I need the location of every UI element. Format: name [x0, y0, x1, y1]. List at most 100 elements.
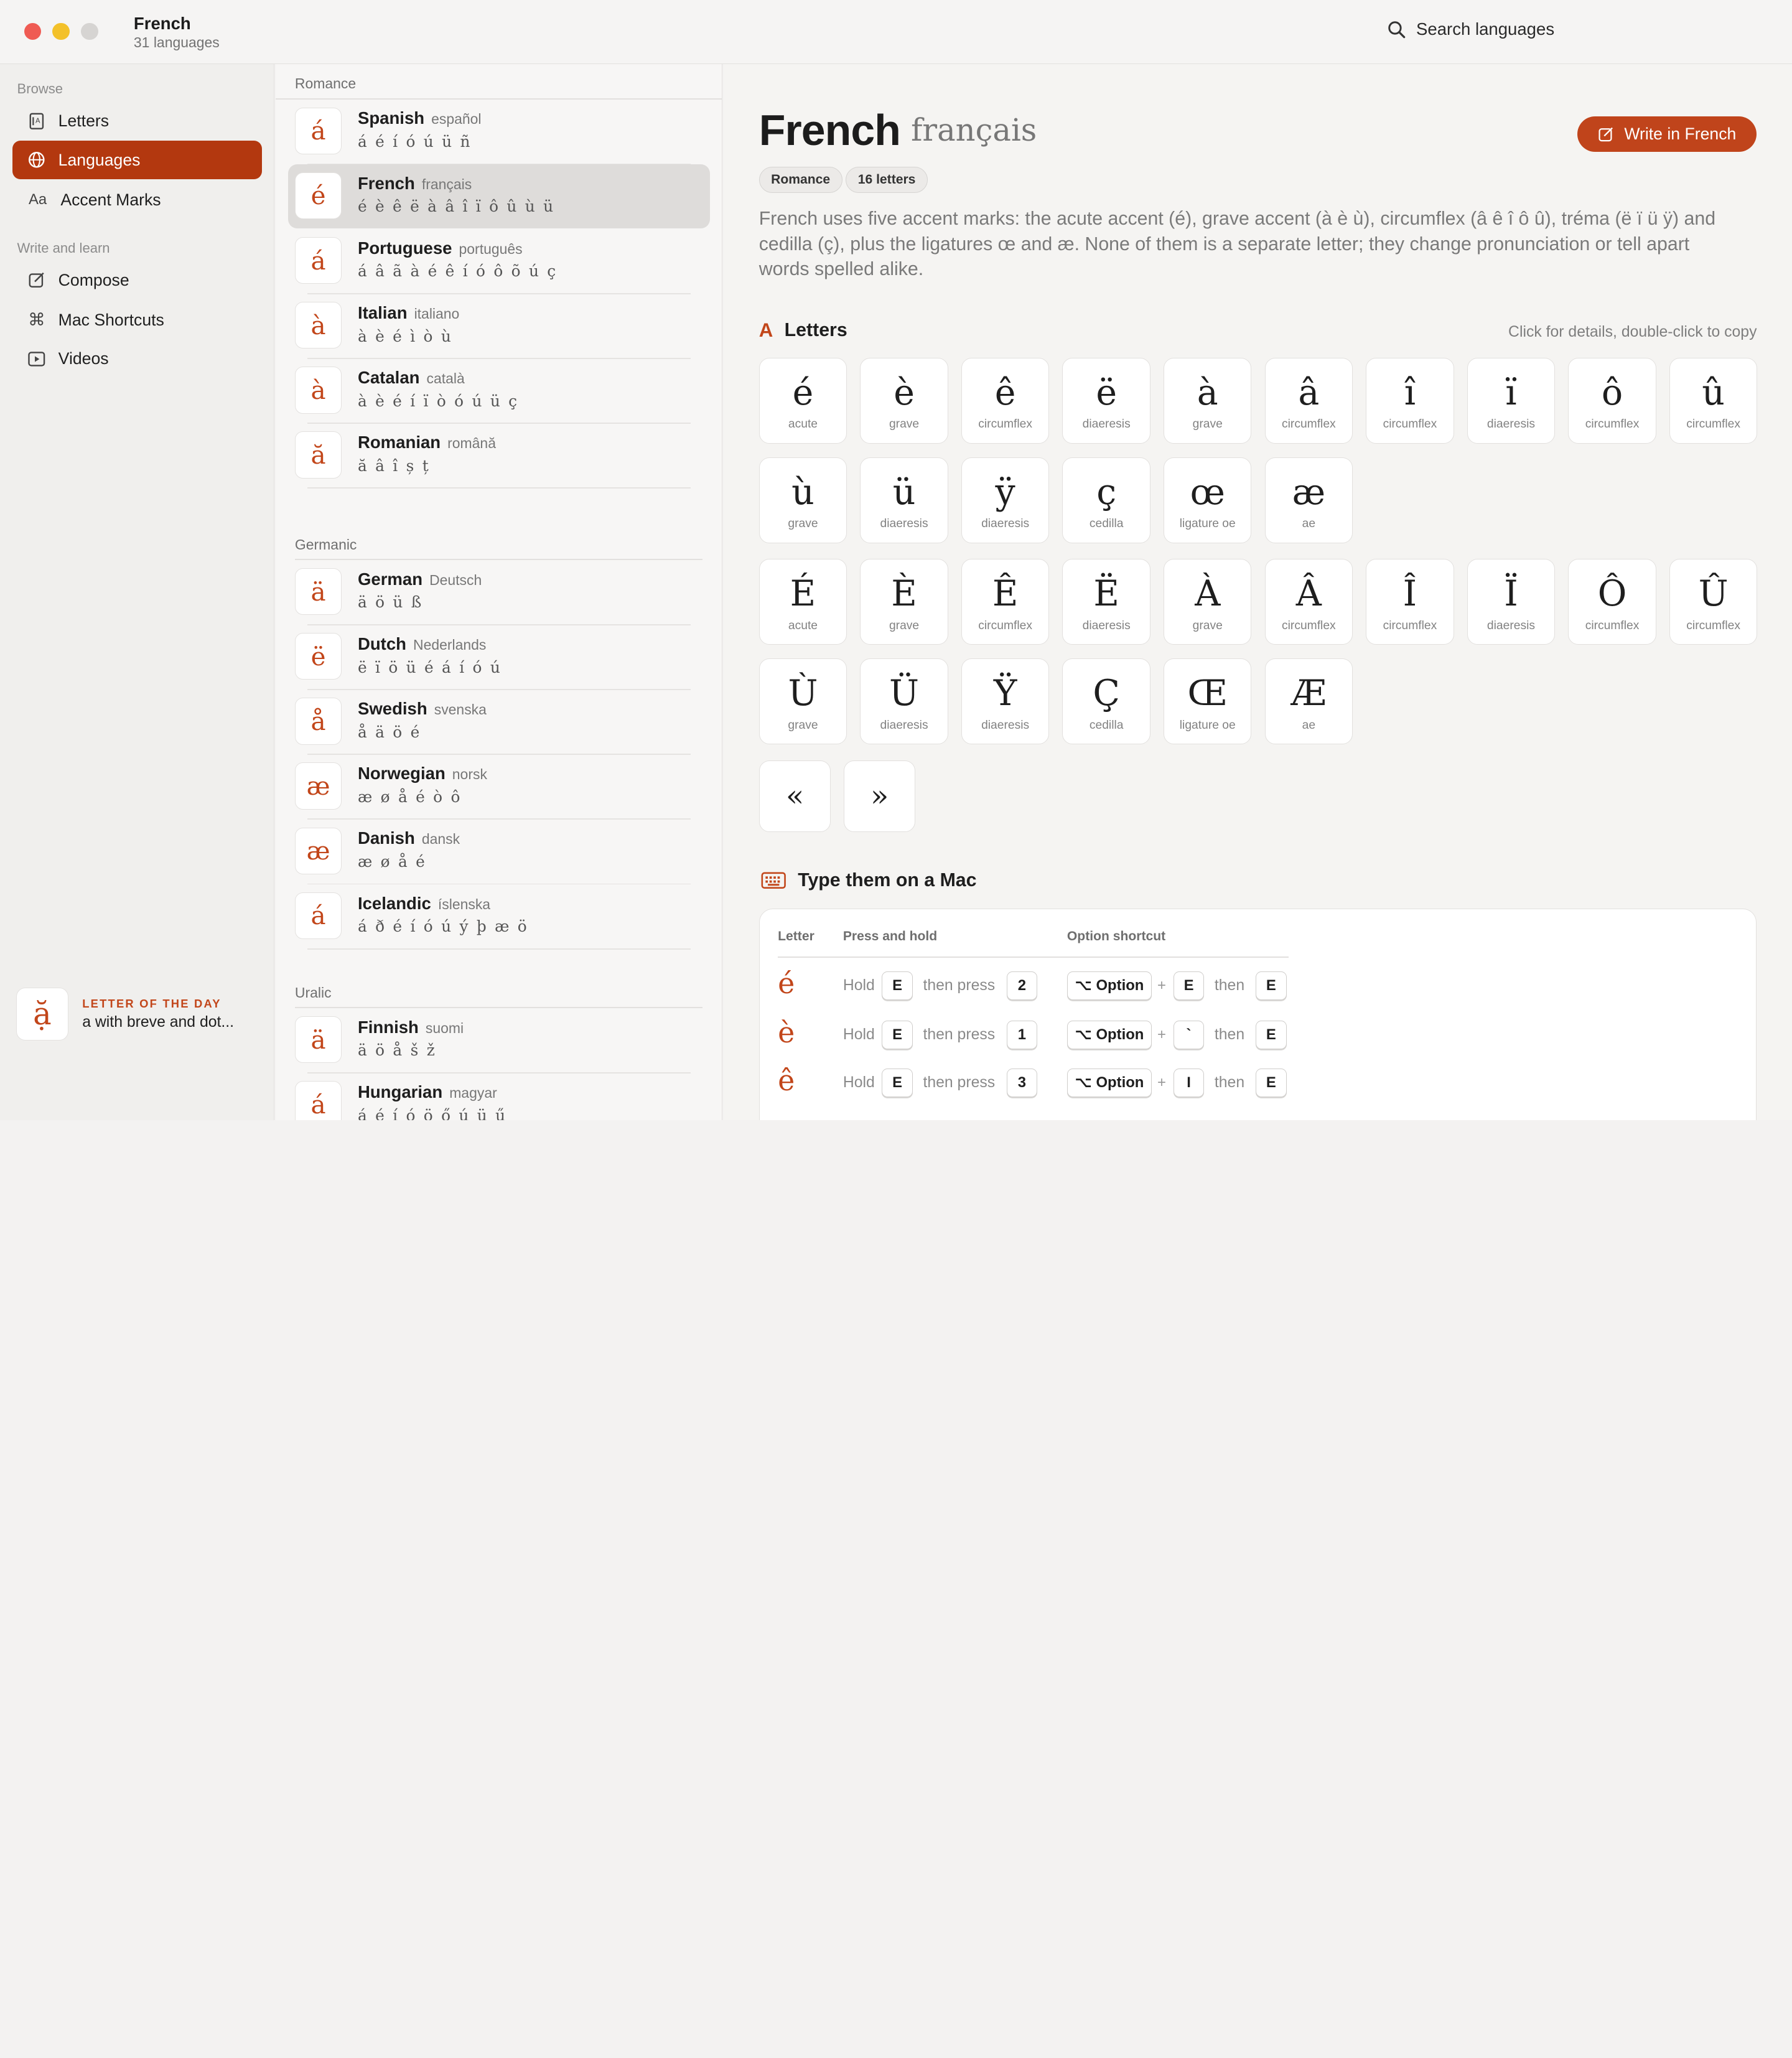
- letter-glyph: ç: [1096, 471, 1117, 513]
- final-key: E: [1256, 971, 1287, 1000]
- language-row-french[interactable]: é French français é è ê ë à â î ï ô û ù ü: [287, 164, 710, 228]
- letter-glyph: Ÿ: [993, 673, 1017, 714]
- window-controls: [24, 22, 98, 40]
- letter-of-the-day[interactable]: ặ LETTER OF THE DAY a with breve and dot…: [16, 988, 234, 1041]
- language-row-portuguese[interactable]: á Portuguese português á â ã à é ê í ó ô õ …: [288, 229, 710, 294]
- letter-glyph: Ë: [1093, 573, 1119, 615]
- language-row-german[interactable]: ä German Deutsch ä ö ü ß: [288, 560, 710, 625]
- letter-tile[interactable]: ê circumflex: [961, 357, 1050, 444]
- letter-tile[interactable]: à grave: [1164, 357, 1252, 444]
- letter-tile[interactable]: Æae: [1264, 658, 1353, 744]
- language-name: Dutch Nederlands: [358, 634, 486, 654]
- language-row-dutch[interactable]: ë Dutch Nederlands ë ï ö ü é á í ó ú: [288, 625, 710, 690]
- letter-mark-label: diaeresis: [1486, 619, 1536, 632]
- letter-tile[interactable]: æ ae: [1264, 457, 1353, 543]
- language-native-name: português: [459, 240, 523, 257]
- language-row-norwegian[interactable]: æ Norwegian norsk æ ø å é ò ô: [288, 755, 710, 820]
- letter-tile[interactable]: é acute: [758, 357, 847, 444]
- command-icon: ⌘: [28, 310, 45, 330]
- sidebar-item-videos[interactable]: Videos: [12, 340, 261, 378]
- letter-tile[interactable]: û circumflex: [1669, 357, 1758, 444]
- letter-tile[interactable]: œ ligature oe: [1164, 457, 1252, 543]
- letter-mark-label: circumflex: [1383, 619, 1437, 632]
- sidebar-item-accent-marks[interactable]: Aa Accent Marks: [12, 180, 261, 219]
- letter-mark-label: cedilla: [1089, 517, 1124, 531]
- letter-tile[interactable]: ù grave: [758, 457, 847, 543]
- group-header: Uralic: [294, 984, 332, 1001]
- language-row-spanish[interactable]: á Spanish español á é í ó ú ü ñ: [288, 100, 710, 165]
- guillemet-open-tile[interactable]: «: [758, 760, 831, 833]
- letter-tile[interactable]: ÿ diaeresis: [961, 457, 1050, 543]
- option-key: ⌥ Option: [1066, 971, 1152, 1000]
- language-row-hungarian[interactable]: á Hungarian magyar á é í ó ö ő ú ü ű: [288, 1073, 710, 1121]
- minimize-window-button[interactable]: [52, 22, 70, 40]
- language-tile-letter: á: [294, 892, 342, 940]
- letter-tile[interactable]: Àgrave: [1164, 559, 1252, 645]
- letter-tile[interactable]: Ûcircumflex: [1669, 559, 1758, 645]
- family-chip[interactable]: Romance: [758, 167, 842, 194]
- letter-tile[interactable]: Éacute: [758, 559, 847, 645]
- letter-tile[interactable]: Êcircumflex: [961, 559, 1050, 645]
- letter-tile[interactable]: Çcedilla: [1062, 658, 1150, 744]
- letter-tile[interactable]: è grave: [860, 357, 948, 444]
- language-row-finnish[interactable]: ä Finnish suomi ä ö å š ž: [288, 1008, 710, 1073]
- letter-tile[interactable]: Îcircumflex: [1366, 559, 1454, 645]
- search-field[interactable]: Search languages: [1388, 19, 1554, 39]
- letter-tile[interactable]: î circumflex: [1366, 357, 1454, 444]
- letter-tile[interactable]: Ïdiaeresis: [1467, 559, 1556, 645]
- letter-mark-label: grave: [788, 718, 818, 732]
- row-letter: è: [778, 1016, 795, 1050]
- language-name: German Deutsch: [358, 569, 482, 589]
- letter-count-chip[interactable]: 16 letters: [846, 167, 928, 194]
- language-native-name: Deutsch: [429, 571, 482, 588]
- letter-mark-label: circumflex: [1383, 418, 1437, 431]
- sidebar-item-label: Languages: [58, 150, 141, 169]
- sidebar-item-languages[interactable]: Languages: [12, 140, 262, 180]
- letter-tile[interactable]: Ëdiaeresis: [1062, 559, 1150, 645]
- language-row-romanian[interactable]: ă Romanian română ă â î ș ț: [288, 424, 710, 489]
- letter-tile[interactable]: Ègrave: [860, 559, 948, 645]
- letter-tile[interactable]: ç cedilla: [1062, 457, 1150, 543]
- letter-tile[interactable]: â circumflex: [1264, 357, 1353, 444]
- letter-tile[interactable]: Ùgrave: [758, 658, 847, 744]
- letter-tile[interactable]: Ÿdiaeresis: [961, 658, 1050, 744]
- language-row-danish[interactable]: æ Danish dansk æ ø å é: [288, 820, 710, 885]
- sidebar-item-mac-shortcuts[interactable]: ⌘ Mac Shortcuts: [12, 301, 261, 339]
- language-row-icelandic[interactable]: á Icelandic íslenska á ð é í ó ú ý þ æ ö: [288, 884, 710, 950]
- letter-mark-label: grave: [889, 619, 920, 632]
- hold-text: Hold: [842, 1073, 875, 1091]
- language-name: Spanish español: [358, 108, 482, 128]
- letter-mark-label: grave: [889, 418, 920, 431]
- language-name: Hungarian magyar: [358, 1082, 497, 1102]
- letter-tile[interactable]: ü diaeresis: [860, 457, 948, 543]
- letter-tile[interactable]: Âcircumflex: [1264, 559, 1353, 645]
- language-row-swedish[interactable]: å Swedish svenska å ä ö é: [288, 690, 710, 755]
- write-in-french-button[interactable]: Write in French: [1577, 116, 1757, 152]
- letters-heading: Letters: [784, 319, 847, 340]
- language-name: Icelandic íslenska: [358, 894, 490, 914]
- sidebar-item-compose[interactable]: Compose: [12, 261, 261, 299]
- language-row-catalan[interactable]: à Catalan català à è é í ï ò ó ú ü ç: [288, 358, 710, 424]
- close-window-button[interactable]: [24, 22, 42, 40]
- letter-glyph: œ: [1190, 471, 1225, 513]
- letter-tile[interactable]: ô circumflex: [1568, 357, 1656, 444]
- letter-tile[interactable]: ë diaeresis: [1062, 357, 1150, 444]
- letter-tile[interactable]: Üdiaeresis: [860, 658, 948, 744]
- letter-tile[interactable]: Œligature oe: [1164, 658, 1252, 744]
- language-row-italian[interactable]: à Italian italiano à è é ì ò ù: [288, 294, 710, 359]
- language-characters: á ð é í ó ú ý þ æ ö: [357, 917, 529, 936]
- letters-section-title: A Letters: [759, 319, 847, 342]
- language-characters: à è é í ï ò ó ú ü ç: [357, 391, 519, 410]
- language-tile-letter: ä: [294, 1016, 342, 1064]
- language-native-name: íslenska: [437, 896, 491, 912]
- final-key: E: [1256, 1068, 1287, 1097]
- letter-tile[interactable]: Ôcircumflex: [1568, 559, 1656, 645]
- letter-tile[interactable]: ï diaeresis: [1467, 357, 1556, 444]
- zoom-window-button[interactable]: [81, 22, 98, 40]
- language-name-text: Italian: [357, 302, 408, 322]
- guillemet-close-tile[interactable]: »: [843, 760, 916, 833]
- group-header: Romance: [294, 75, 357, 92]
- sidebar-item-letters[interactable]: A Letters: [12, 101, 261, 140]
- option-key: ⌥ Option: [1066, 1020, 1152, 1049]
- language-characters: é è ê ë à â î ï ô û ù ü: [357, 197, 555, 216]
